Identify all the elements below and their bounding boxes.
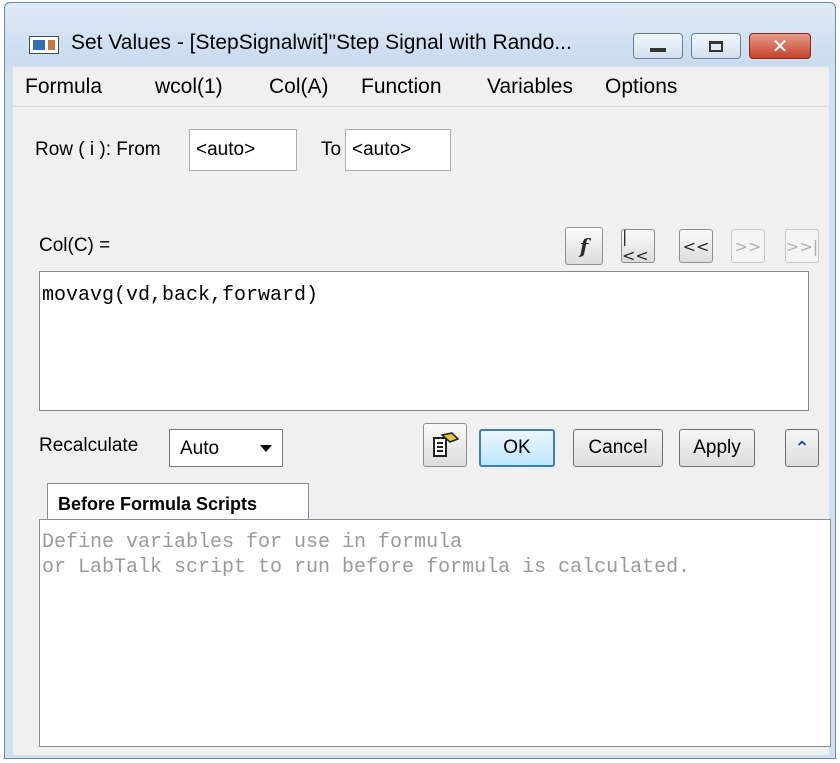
last-button[interactable]: >>| — [785, 229, 819, 263]
menu-variables[interactable]: Variables — [487, 75, 573, 99]
fx-search-icon: f — [579, 234, 589, 258]
next-button[interactable]: >> — [731, 229, 765, 263]
row-to-label: To — [321, 139, 342, 160]
apply-button[interactable]: Apply — [679, 429, 755, 467]
double-chevron-up-icon: ⌃ — [794, 437, 810, 459]
window-title: Set Values - [StepSignalwit]"Step Signal… — [71, 31, 572, 54]
title-bar[interactable]: Set Values - [StepSignalwit]"Step Signal… — [5, 3, 835, 65]
minimize-button[interactable] — [633, 33, 683, 59]
dialog-client: Row ( i ): From <auto> To <auto> Col(C) … — [13, 107, 831, 755]
first-icon: |<< — [622, 227, 649, 265]
col-label: Col(C) = — [39, 235, 111, 256]
row-from-label: Row ( i ): From — [35, 139, 161, 160]
recalculate-label: Recalculate — [39, 435, 139, 456]
close-button[interactable]: ✕ — [749, 33, 811, 59]
maximize-button[interactable] — [691, 33, 741, 59]
menu-wcol[interactable]: wcol(1) — [155, 75, 223, 99]
maximize-icon — [709, 40, 723, 52]
ok-button[interactable]: OK — [479, 429, 555, 467]
row-to-input[interactable]: <auto> — [345, 129, 451, 171]
prev-icon: << — [682, 236, 710, 256]
cancel-button[interactable]: Cancel — [573, 429, 663, 467]
last-icon: >>| — [785, 236, 819, 256]
before-formula-script-editor[interactable]: Define variables for use in formula or L… — [39, 519, 831, 747]
code-builder-icon — [433, 432, 460, 457]
menu-col-a[interactable]: Col(A) — [269, 75, 329, 99]
prev-button[interactable]: << — [679, 229, 713, 263]
row-from-input[interactable]: <auto> — [189, 129, 297, 171]
first-button[interactable]: |<< — [621, 227, 655, 265]
recalculate-value: Auto — [180, 438, 220, 459]
menu-bar: Formula wcol(1) Col(A) Function Variable… — [13, 67, 829, 107]
window-frame: Set Values - [StepSignalwit]"Step Signal… — [4, 2, 836, 759]
menu-function[interactable]: Function — [361, 75, 442, 99]
next-icon: >> — [734, 236, 762, 256]
collapse-button[interactable]: ⌃ — [785, 429, 819, 467]
menu-options[interactable]: Options — [605, 75, 677, 99]
dropdown-arrow-icon — [260, 445, 272, 452]
minimize-icon — [650, 48, 666, 52]
app-icon[interactable] — [29, 36, 59, 54]
tab-before-formula-scripts[interactable]: Before Formula Scripts — [47, 483, 309, 521]
recalculate-select[interactable]: Auto — [169, 429, 283, 467]
code-builder-button[interactable] — [423, 423, 467, 467]
set-values-dialog: Set Values - [StepSignalwit]"Step Signal… — [0, 0, 840, 763]
close-icon: ✕ — [771, 34, 789, 58]
function-search-button[interactable]: f — [565, 227, 603, 265]
menu-formula[interactable]: Formula — [25, 75, 102, 99]
formula-editor[interactable]: movavg(vd,back,forward) — [39, 271, 809, 411]
